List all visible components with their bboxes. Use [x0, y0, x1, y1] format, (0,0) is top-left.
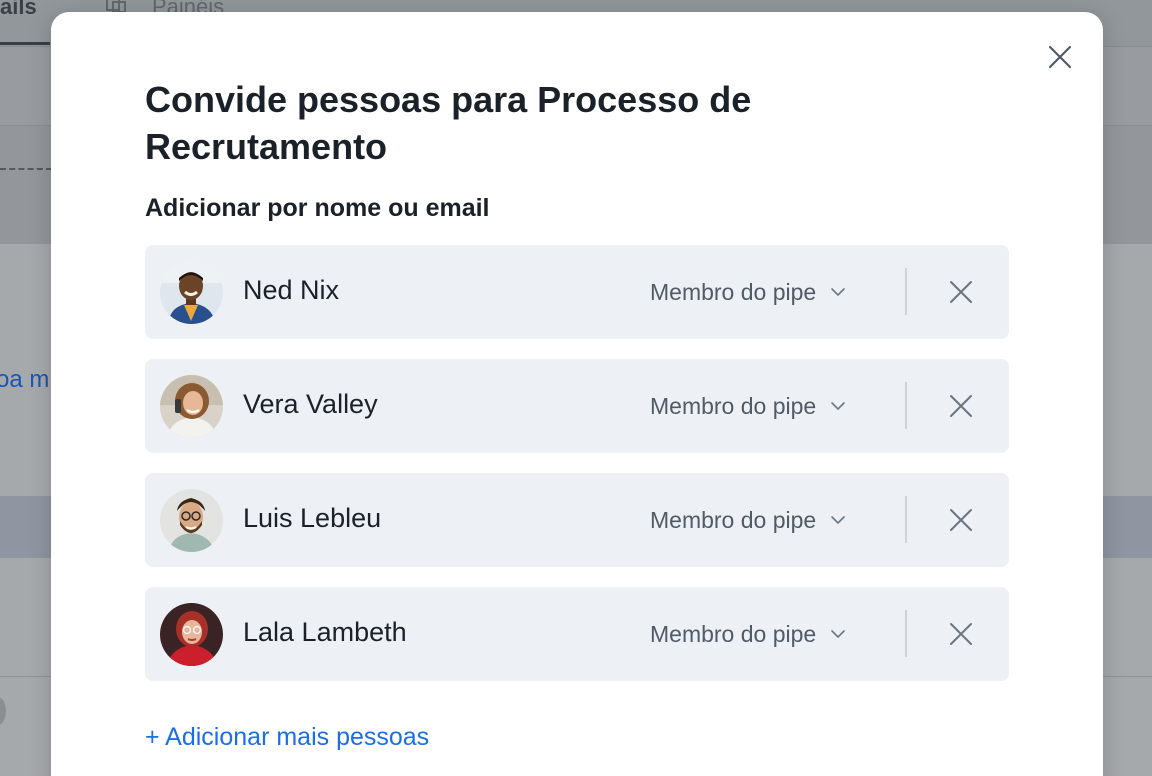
row-divider	[905, 610, 907, 657]
person-row: Luis Lebleu Membro do pipe	[145, 473, 1009, 567]
close-button[interactable]	[1045, 42, 1075, 72]
person-name: Luis Lebleu	[243, 503, 382, 533]
chevron-down-icon	[831, 288, 846, 297]
section-label: Adicionar por nome ou email	[145, 194, 490, 222]
row-divider	[905, 268, 907, 315]
chevron-down-icon	[831, 516, 846, 525]
role-label: Membro do pipe	[650, 620, 817, 647]
role-dropdown[interactable]: Membro do pipe	[650, 505, 846, 535]
role-label: Membro do pipe	[650, 392, 817, 419]
background-dashed-line	[0, 168, 52, 170]
avatar	[160, 489, 223, 552]
person-row: Ned Nix Membro do pipe	[145, 245, 1009, 339]
person-name: Vera Valley	[243, 389, 378, 419]
screen: ails Painéis oa m Convide pessoas para P…	[0, 0, 1152, 776]
role-label: Membro do pipe	[650, 278, 817, 305]
row-divider	[905, 382, 907, 429]
background-tab-details[interactable]: ails	[0, 0, 37, 20]
avatar	[160, 603, 223, 666]
person-name: Lala Lambeth	[243, 617, 407, 647]
chevron-down-icon	[831, 630, 846, 639]
background-link[interactable]: oa m	[0, 366, 49, 394]
remove-person-button[interactable]	[948, 279, 974, 305]
person-name: Ned Nix	[243, 275, 340, 305]
remove-person-button[interactable]	[948, 393, 974, 419]
avatar	[160, 261, 223, 324]
add-more-people-link[interactable]: + Adicionar mais pessoas	[145, 723, 429, 752]
modal-title: Convide pessoas para Processo de Recruta…	[145, 79, 752, 167]
close-icon	[1048, 45, 1072, 69]
chevron-down-icon	[831, 402, 846, 411]
people-list: Ned Nix Membro do pipe Vera Valley Membr…	[145, 245, 1009, 701]
role-dropdown[interactable]: Membro do pipe	[650, 391, 846, 421]
invite-modal: Convide pessoas para Processo de Recruta…	[51, 12, 1103, 776]
person-row: Lala Lambeth Membro do pipe	[145, 587, 1009, 681]
person-row: Vera Valley Membro do pipe	[145, 359, 1009, 453]
remove-person-button[interactable]	[948, 507, 974, 533]
background-tab-underline	[0, 42, 50, 45]
remove-person-button[interactable]	[948, 621, 974, 647]
role-dropdown[interactable]: Membro do pipe	[650, 619, 846, 649]
role-label: Membro do pipe	[650, 506, 817, 533]
row-divider	[905, 496, 907, 543]
role-dropdown[interactable]: Membro do pipe	[650, 277, 846, 307]
avatar	[160, 375, 223, 438]
